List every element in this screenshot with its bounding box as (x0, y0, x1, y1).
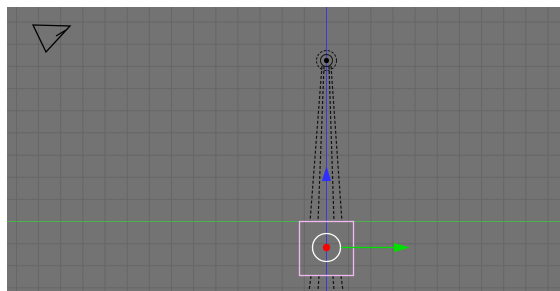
3d-viewport[interactable] (0, 0, 560, 291)
active-object-dot (322, 243, 331, 252)
viewport-background[interactable] (7, 7, 560, 291)
viewport-canvas[interactable] (0, 0, 560, 291)
